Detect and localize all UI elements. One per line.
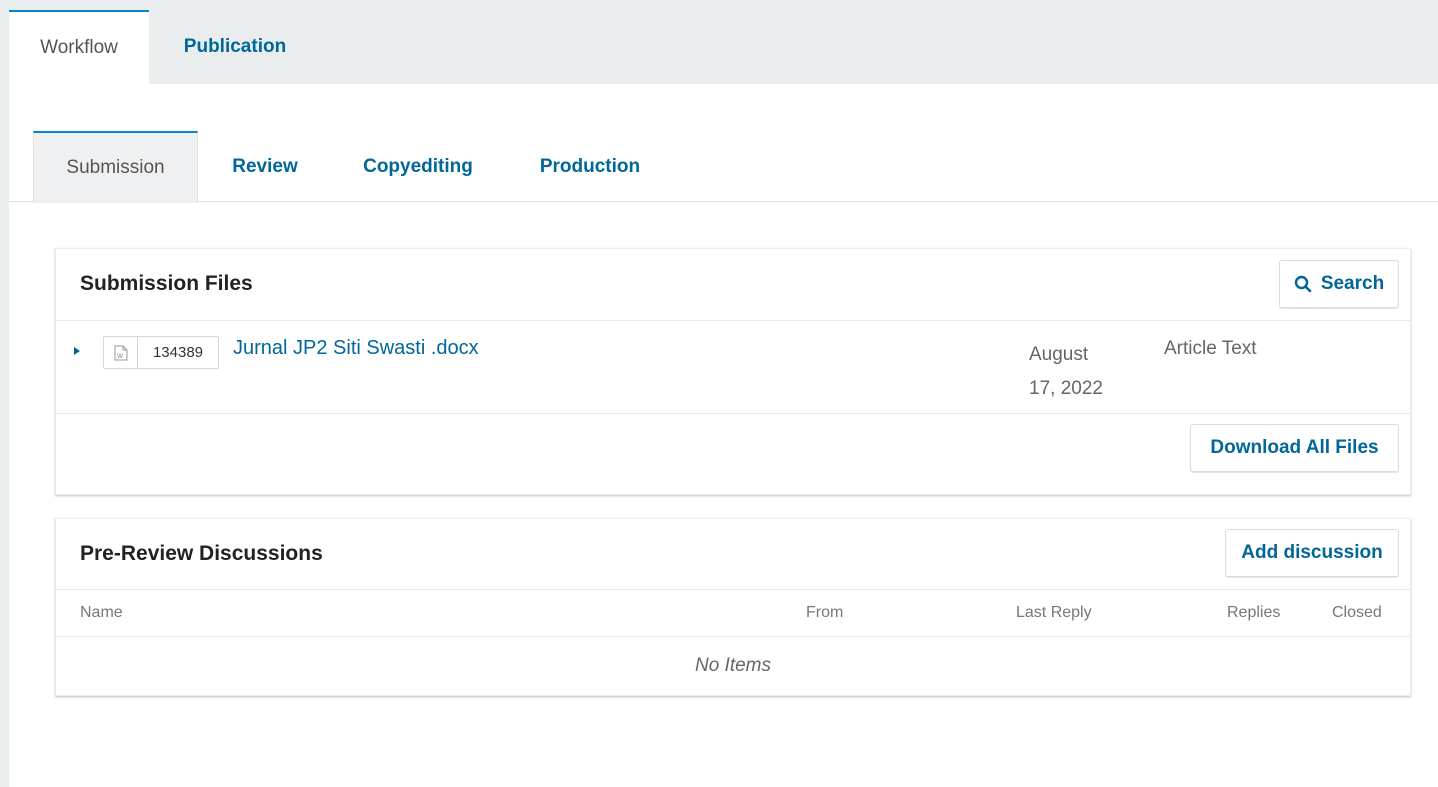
column-header-replies[interactable]: Replies — [1227, 604, 1280, 622]
file-id: 134389 — [152, 344, 204, 361]
word-document-icon: W — [104, 337, 138, 368]
submission-files-title: Submission Files — [80, 272, 253, 295]
file-date-line-1: August — [1029, 344, 1089, 365]
file-id-badge: W 134389 — [103, 336, 219, 369]
tab-production-label: Production — [539, 155, 641, 177]
column-header-name[interactable]: Name — [80, 604, 123, 622]
panel-divider — [56, 589, 1410, 590]
download-all-files-label: Download All Files — [1210, 437, 1379, 458]
expand-row-caret-icon[interactable] — [74, 347, 80, 355]
search-button[interactable]: Search — [1279, 260, 1399, 308]
column-header-from[interactable]: From — [806, 604, 843, 622]
file-date-line-2: 17, 2022 — [1029, 378, 1103, 399]
file-type: Article Text — [1164, 338, 1257, 359]
tab-workflow-label: Workflow — [40, 37, 118, 58]
svg-text:W: W — [117, 353, 123, 360]
panel-divider — [56, 413, 1410, 414]
workflow-page: Workflow Publication Submission Review C… — [9, 0, 1438, 787]
file-date: August 17, 2022 — [1029, 338, 1139, 406]
page-left-border — [0, 0, 9, 787]
file-name-link[interactable]: Jurnal JP2 Siti Swasti .docx — [233, 337, 479, 360]
stage-tab-bar: Submission Review Copyediting Production — [9, 84, 1438, 203]
tab-publication[interactable]: Publication — [159, 10, 311, 84]
add-discussion-button[interactable]: Add discussion — [1225, 529, 1399, 577]
download-all-files-button[interactable]: Download All Files — [1190, 424, 1399, 472]
tab-review-label: Review — [232, 155, 298, 177]
search-icon — [1294, 275, 1312, 293]
tab-copyediting[interactable]: Copyediting — [339, 131, 497, 202]
pre-review-discussions-panel: Pre-Review Discussions Add discussion Na… — [55, 518, 1411, 696]
discussions-title: Pre-Review Discussions — [80, 542, 323, 565]
tab-review[interactable]: Review — [213, 131, 317, 202]
search-button-label: Search — [1320, 273, 1385, 294]
tab-publication-label: Publication — [183, 36, 287, 57]
tab-copyediting-label: Copyediting — [363, 155, 473, 177]
empty-list-message: No Items — [694, 655, 772, 676]
tab-submission[interactable]: Submission — [33, 131, 198, 203]
top-tab-bar: Workflow Publication — [9, 0, 1438, 84]
add-discussion-label: Add discussion — [1241, 542, 1383, 563]
tab-submission-label: Submission — [66, 157, 165, 178]
column-header-last-reply[interactable]: Last Reply — [1016, 604, 1092, 622]
file-row: W 134389 Jurnal JP2 Siti Swasti .docx Au… — [56, 320, 1410, 414]
submission-files-panel: Submission Files Search W 134389 Jurnal … — [55, 248, 1411, 495]
tab-workflow[interactable]: Workflow — [9, 10, 149, 84]
tab-production[interactable]: Production — [517, 131, 663, 202]
column-header-closed[interactable]: Closed — [1332, 604, 1382, 622]
